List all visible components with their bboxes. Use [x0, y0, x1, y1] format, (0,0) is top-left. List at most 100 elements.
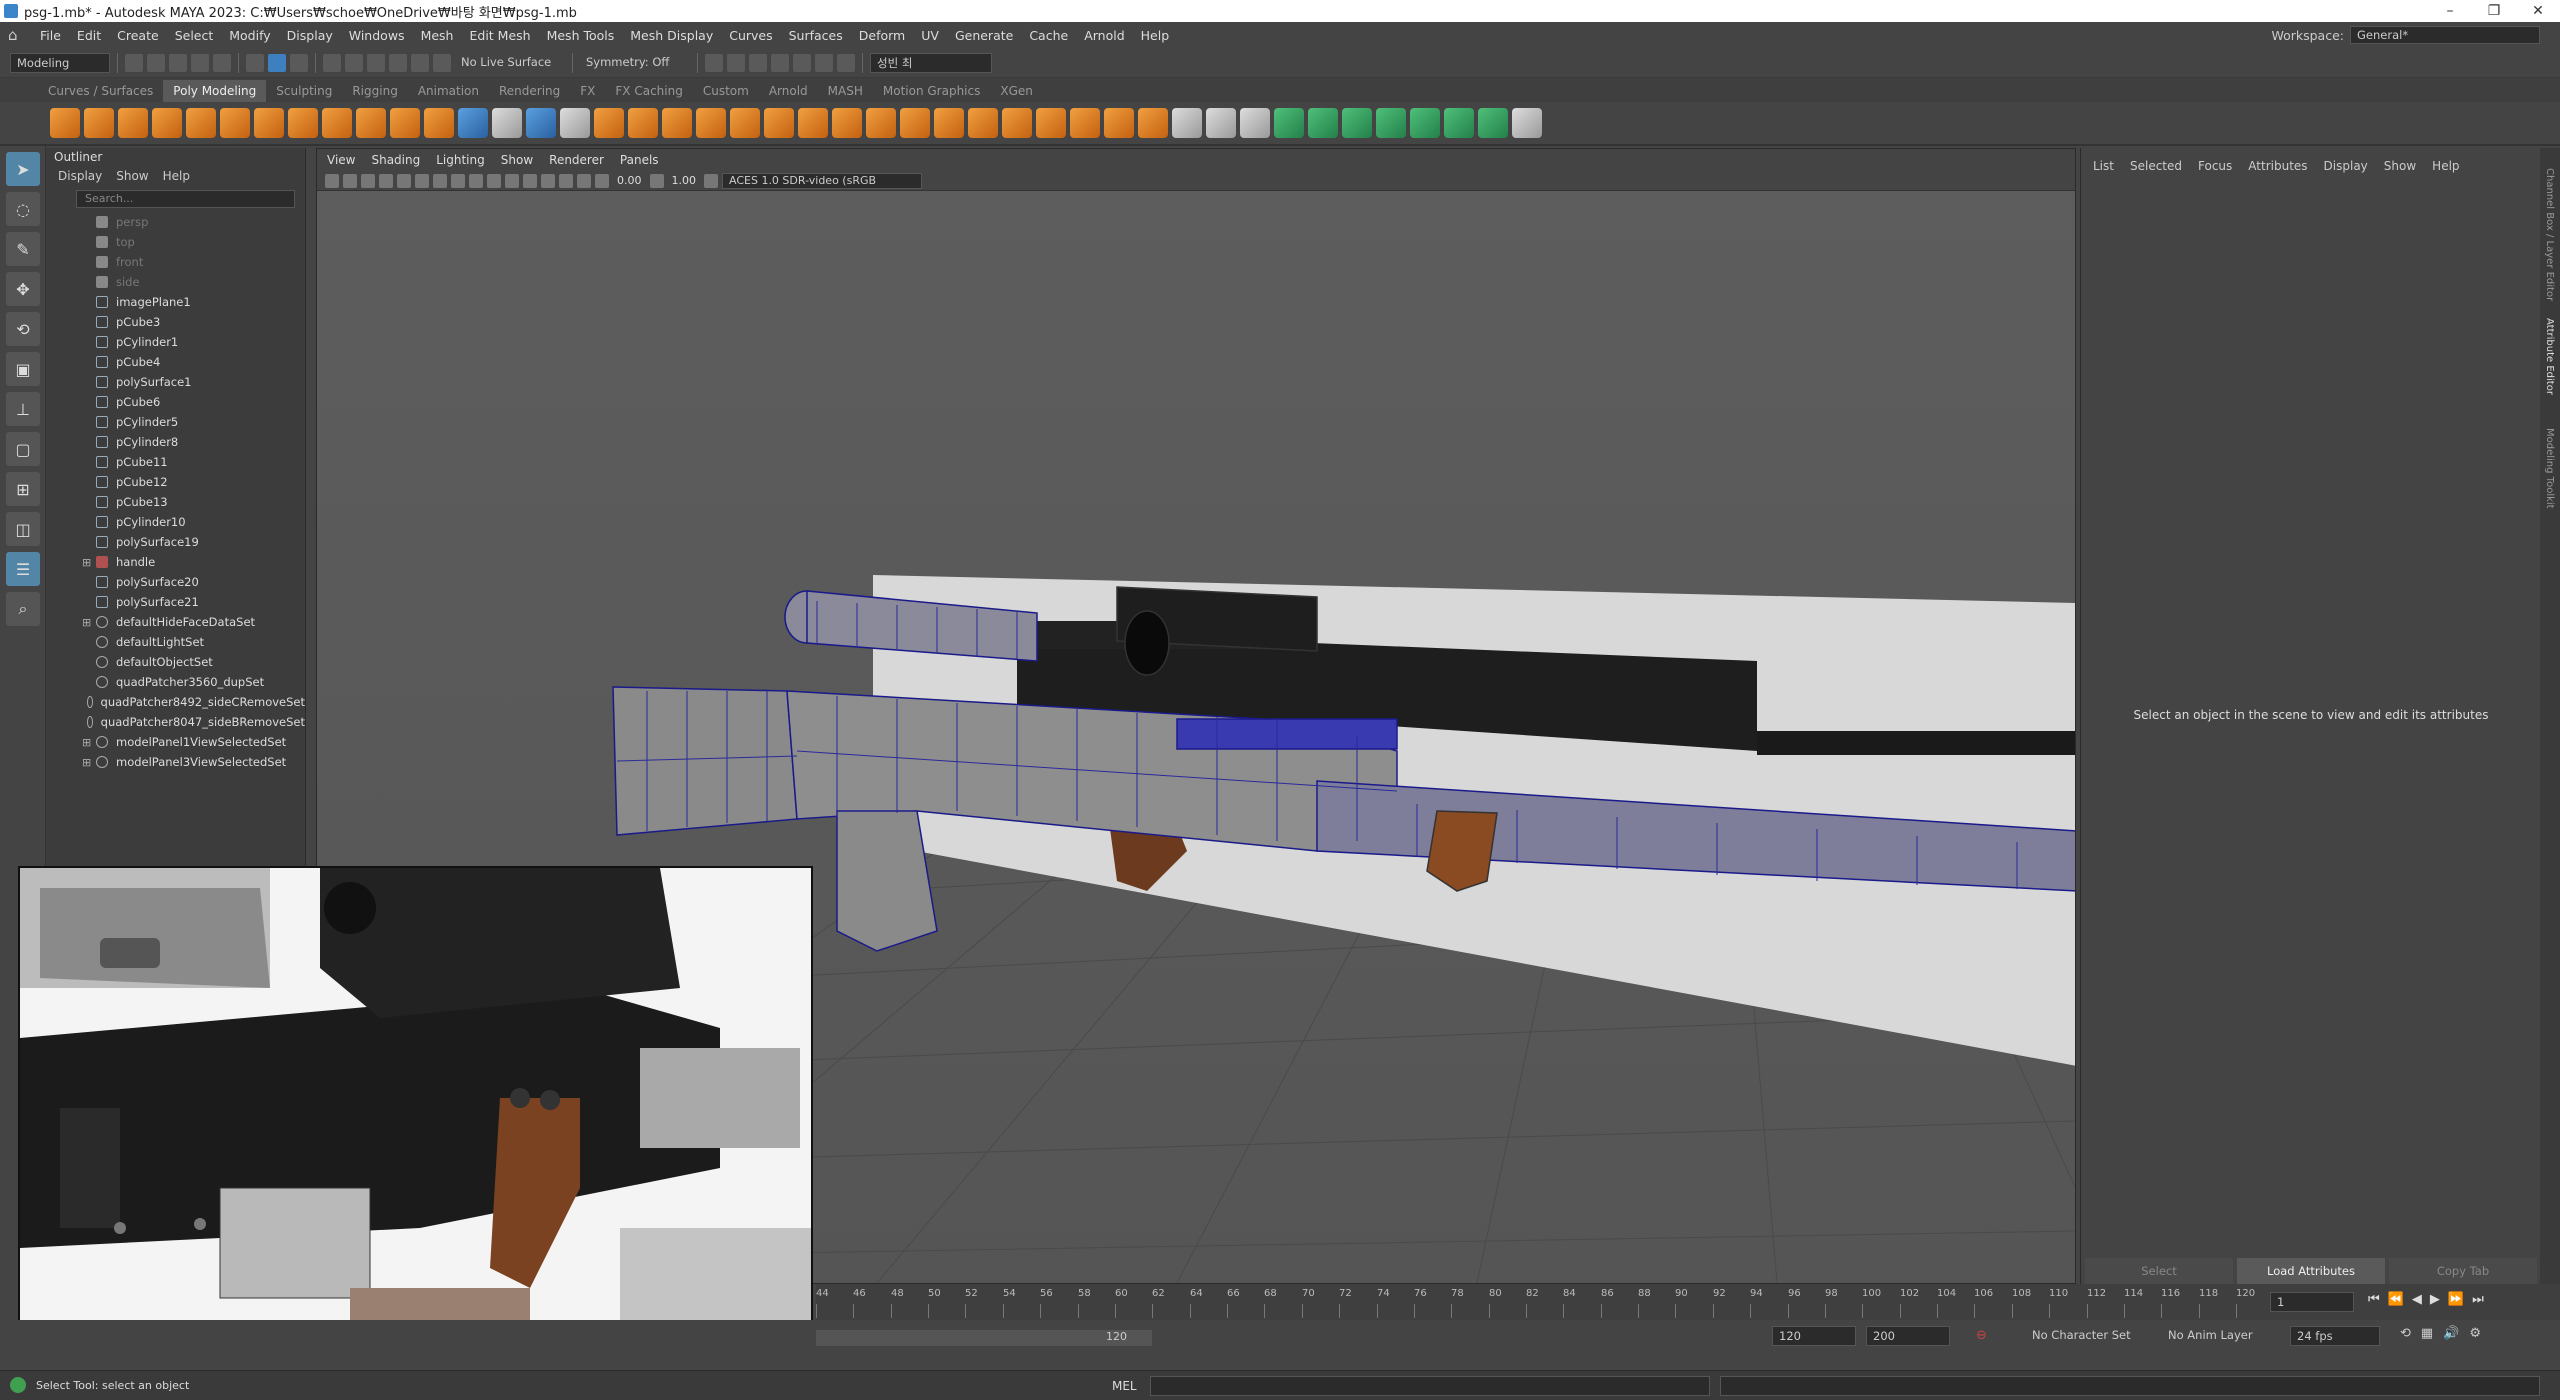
menu-windows[interactable]: Windows — [341, 28, 413, 43]
xray-icon[interactable] — [577, 173, 591, 188]
outliner-item[interactable]: defaultObjectSet — [46, 652, 305, 672]
outliner-item[interactable]: top — [46, 232, 305, 252]
exposure-value[interactable]: 0.00 — [613, 174, 646, 187]
uv-planar-icon[interactable] — [1410, 108, 1440, 138]
outliner-menu-display[interactable]: Display — [58, 169, 102, 183]
outliner-item[interactable]: pCube11 — [46, 452, 305, 472]
expand-icon[interactable]: ⊞ — [82, 556, 96, 569]
chamfer-icon[interactable] — [1104, 108, 1134, 138]
outliner-item[interactable]: quadPatcher3560_dupSet — [46, 672, 305, 692]
user-account-dropdown[interactable]: 성빈 최 — [870, 52, 992, 73]
single-pane-icon[interactable]: ▢ — [6, 432, 40, 466]
outliner-menu-help[interactable]: Help — [163, 169, 190, 183]
wireframe-icon[interactable] — [433, 173, 447, 188]
uv-checker-icon[interactable] — [1478, 108, 1508, 138]
close-icon[interactable]: ✕ — [2516, 0, 2560, 22]
anim-layer-dropdown[interactable]: No Anim Layer — [2162, 1326, 2282, 1346]
select-button[interactable]: Select — [2085, 1258, 2233, 1284]
remesh-icon[interactable] — [696, 108, 726, 138]
new-scene-icon[interactable] — [125, 53, 143, 72]
select-tool-icon[interactable]: ➤ — [6, 152, 40, 186]
shelf-tab-fx-caching[interactable]: FX Caching — [605, 80, 692, 102]
textured-icon[interactable] — [487, 173, 501, 188]
render-frame-icon[interactable] — [705, 53, 723, 72]
outliner-item[interactable]: defaultLightSet — [46, 632, 305, 652]
outliner-item[interactable]: pCube13 — [46, 492, 305, 512]
mirror-icon[interactable] — [628, 108, 658, 138]
film-gate-icon[interactable] — [397, 173, 411, 188]
shelf-tab-rendering[interactable]: Rendering — [489, 80, 570, 102]
menu-mesh[interactable]: Mesh — [413, 28, 462, 43]
channel-box-tab[interactable]: Channel Box / Layer Editor — [2544, 168, 2555, 301]
current-frame-field[interactable]: 1 — [2270, 1292, 2354, 1312]
shadows-icon[interactable] — [523, 173, 537, 188]
restore-icon[interactable]: ❐ — [2472, 0, 2516, 22]
modeling-toolkit-tab[interactable]: Modeling Toolkit — [2544, 428, 2555, 509]
shelf-tab-motion-graphics[interactable]: Motion Graphics — [873, 80, 991, 102]
range-slider[interactable] — [816, 1330, 1152, 1346]
wedge-icon[interactable] — [1070, 108, 1100, 138]
undo-icon[interactable] — [191, 53, 209, 72]
outliner-item[interactable]: ⊞ modelPanel1ViewSelectedSet — [46, 732, 305, 752]
outliner-item[interactable]: front — [46, 252, 305, 272]
uv-sew-icon[interactable] — [1376, 108, 1406, 138]
expand-icon[interactable]: ⊞ — [82, 756, 96, 769]
outliner-item[interactable]: ⊞ modelPanel3ViewSelectedSet — [46, 752, 305, 772]
merge-icon[interactable] — [934, 108, 964, 138]
camera-attributes-icon[interactable] — [325, 173, 339, 188]
shelf-tab-arnold[interactable]: Arnold — [759, 80, 818, 102]
menu-mesh-tools[interactable]: Mesh Tools — [539, 28, 623, 43]
ipr-render-icon[interactable] — [727, 53, 745, 72]
attr-menu-show[interactable]: Show — [2384, 159, 2416, 173]
grid-toggle-icon[interactable] — [379, 173, 393, 188]
outliner-item[interactable]: pCube12 — [46, 472, 305, 492]
render-view-icon[interactable] — [793, 53, 811, 72]
poly-cone-icon[interactable] — [152, 108, 182, 138]
bridge-icon[interactable] — [832, 108, 862, 138]
multi-cut-icon[interactable] — [1172, 108, 1202, 138]
outliner-item[interactable]: polySurface20 — [46, 572, 305, 592]
shelf-tab-xgen[interactable]: XGen — [990, 80, 1043, 102]
outliner-item[interactable]: ⊞ defaultHideFaceDataSet — [46, 612, 305, 632]
viewport-menu-view[interactable]: View — [327, 153, 355, 167]
symmetry-dropdown[interactable]: Symmetry: Off — [580, 52, 690, 73]
viewport-menu-panels[interactable]: Panels — [620, 153, 659, 167]
poly-cylinder-icon[interactable] — [118, 108, 148, 138]
settings-icon[interactable] — [1512, 108, 1542, 138]
bevel-icon[interactable] — [798, 108, 828, 138]
outliner-item[interactable]: polySurface19 — [46, 532, 305, 552]
uv-unfold-icon[interactable] — [1274, 108, 1304, 138]
range-start-field[interactable]: 120 — [1772, 1326, 1856, 1346]
snap-grid-icon[interactable] — [323, 53, 341, 72]
menu-arnold[interactable]: Arnold — [1076, 28, 1132, 43]
poly-plane-icon[interactable] — [220, 108, 250, 138]
playback-controls[interactable]: ⏮⏪◀▶⏩⏭ — [2368, 1292, 2492, 1307]
edge-loop-icon[interactable] — [1206, 108, 1236, 138]
snap-point-icon[interactable] — [367, 53, 385, 72]
auto-key-icon[interactable]: ⊖ — [1976, 1328, 1987, 1343]
menu-create[interactable]: Create — [109, 28, 167, 43]
viewport-menu-renderer[interactable]: Renderer — [549, 153, 604, 167]
outliner-item[interactable]: pCube6 — [46, 392, 305, 412]
bookmark-icon[interactable] — [343, 173, 357, 188]
shelf-tab-custom[interactable]: Custom — [693, 80, 759, 102]
menu-file[interactable]: File — [32, 28, 69, 43]
playback-options-icons[interactable]: ⟲▦🔊⚙ — [2400, 1326, 2491, 1341]
attr-menu-attributes[interactable]: Attributes — [2248, 159, 2307, 173]
live-surface-label[interactable]: No Live Surface — [455, 52, 565, 73]
poly-sphere-icon[interactable] — [50, 108, 80, 138]
grid-icon[interactable] — [458, 108, 488, 138]
arnold-render-icon[interactable] — [815, 53, 833, 72]
shelf-tab-poly-modeling[interactable]: Poly Modeling — [163, 80, 267, 102]
reference-image-window[interactable] — [18, 866, 813, 1374]
redo-icon[interactable] — [213, 53, 231, 72]
outliner-item[interactable]: pCylinder10 — [46, 512, 305, 532]
outliner-item[interactable]: pCylinder8 — [46, 432, 305, 452]
uv-layout-icon[interactable] — [1308, 108, 1338, 138]
outliner-item[interactable]: pCylinder1 — [46, 332, 305, 352]
attr-menu-selected[interactable]: Selected — [2130, 159, 2182, 173]
outliner-item[interactable]: polySurface21 — [46, 592, 305, 612]
move-tool-icon[interactable]: ✥ — [6, 272, 40, 306]
uv-auto-icon[interactable] — [1444, 108, 1474, 138]
select-hierarchy-icon[interactable] — [246, 53, 264, 72]
